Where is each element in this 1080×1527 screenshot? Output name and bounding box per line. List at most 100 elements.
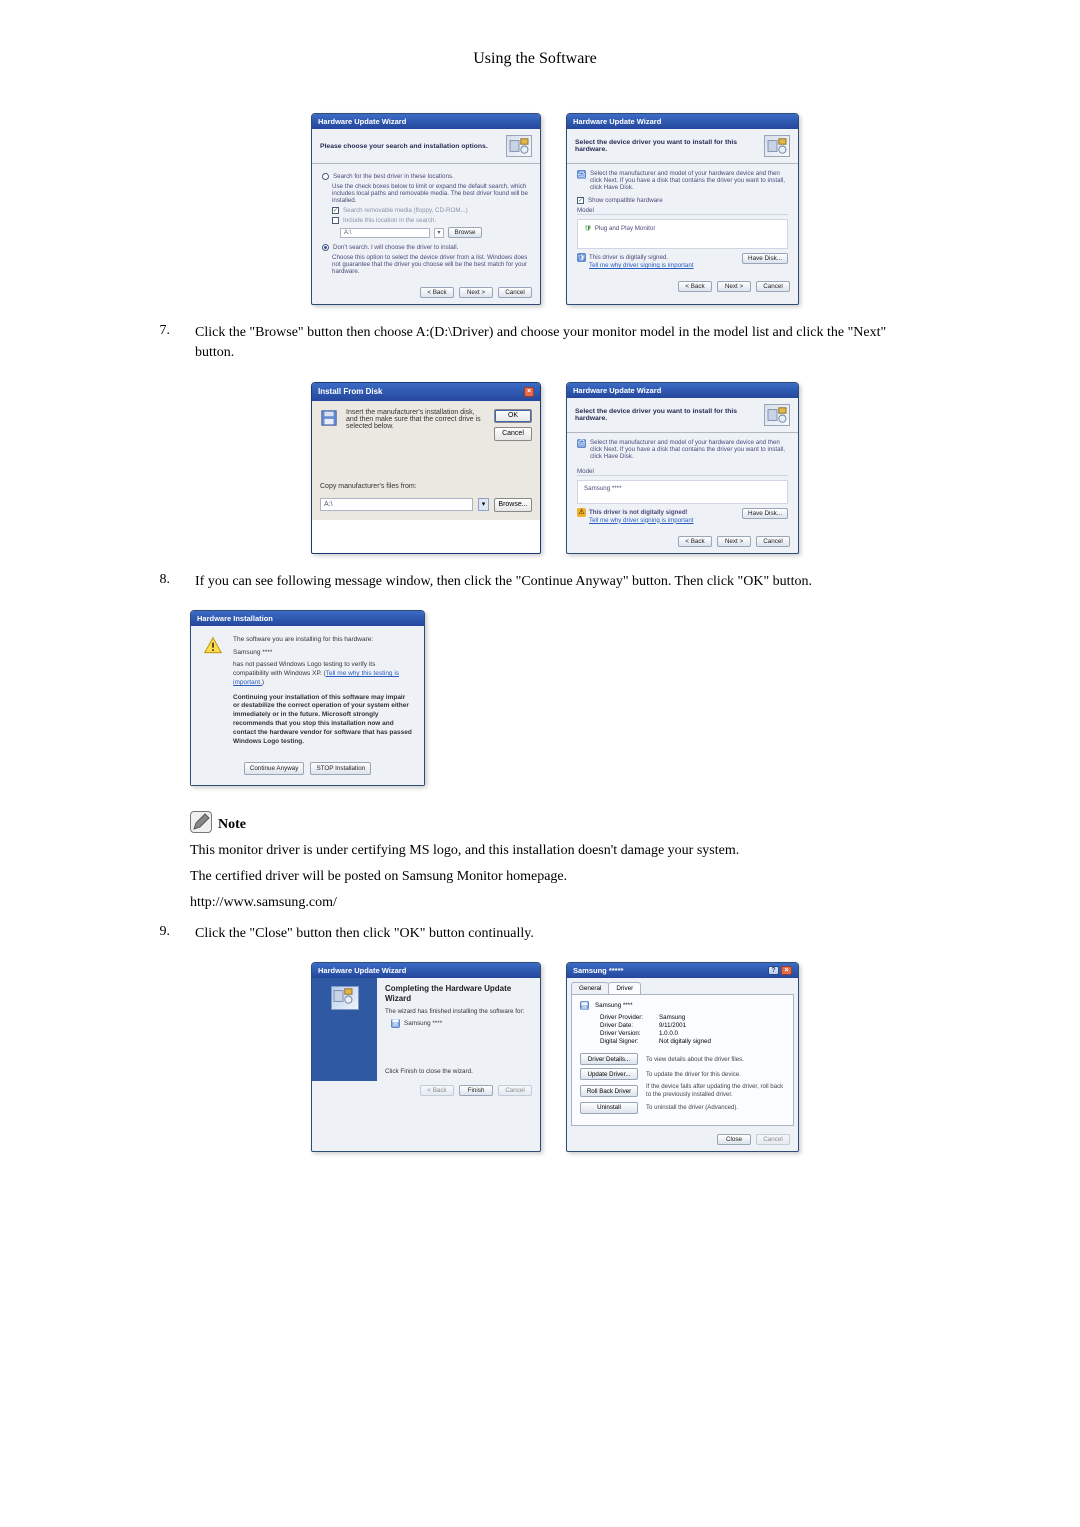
step-7: 7. Click the "Browse" button then choose… <box>150 323 920 364</box>
pencil-icon <box>190 811 212 833</box>
step-number: 8. <box>150 572 170 592</box>
figure-row-3: Hardware Installation The software you a… <box>190 610 920 786</box>
warning-icon: ⚠ <box>577 508 586 517</box>
location-dropdown-icon[interactable]: ▾ <box>434 228 444 238</box>
monitor-icon: 🖥 <box>391 1019 400 1028</box>
checkbox-include-location[interactable] <box>332 217 339 224</box>
next-button[interactable]: Next > <box>459 287 493 298</box>
finish-button[interactable]: Finish <box>459 1085 493 1096</box>
note-label: Note <box>218 817 246 833</box>
signed-info-icon: 🛡 <box>577 253 586 262</box>
tab-general[interactable]: General <box>571 982 609 994</box>
browse-button[interactable]: Browse <box>448 227 482 238</box>
completing-heading: Completing the Hardware Update Wizard <box>385 984 532 1003</box>
copy-path-input[interactable]: A:\ <box>320 498 473 511</box>
model-item[interactable]: Samsung **** <box>584 485 781 492</box>
wizard-icon <box>764 135 790 157</box>
radio-dont-search[interactable] <box>322 244 329 251</box>
browse-button[interactable]: Browse... <box>494 498 532 512</box>
note-heading: Note <box>190 811 920 833</box>
page-title: Using the Software <box>150 50 920 68</box>
hardware-update-wizard-search-dialog: Hardware Update Wizard Please choose you… <box>311 113 541 305</box>
warn-line-1: The software you are installing for this… <box>233 636 412 645</box>
update-driver-button[interactable]: Update Driver... <box>580 1068 638 1080</box>
hardware-update-wizard-select-driver-dialog: Hardware Update Wizard Select the device… <box>566 113 799 305</box>
driver-provider-value: Samsung <box>659 1014 685 1021</box>
device-name: Samsung **** <box>595 1002 633 1009</box>
completing-line-1: The wizard has finished installing the s… <box>385 1008 532 1015</box>
signed-driver-icon: 🛡 <box>584 224 592 232</box>
title-bar: Hardware Update Wizard <box>567 383 798 398</box>
title-bar: Samsung ***** ? × <box>567 963 798 978</box>
model-heading: Model <box>577 468 788 476</box>
step-text: Click the "Browse" button then choose A:… <box>195 323 920 364</box>
title-bar: Hardware Installation <box>191 611 424 626</box>
completing-device-name: Samsung **** <box>404 1020 442 1027</box>
step-text: Click the "Close" button then click "OK"… <box>195 924 920 944</box>
dialog-title: Hardware Installation <box>197 614 273 623</box>
cancel-button[interactable]: Cancel <box>494 427 532 441</box>
back-button[interactable]: < Back <box>678 281 712 292</box>
search-best-description: Use the check boxes below to limit or ex… <box>332 183 530 204</box>
title-bar: Install From Disk × <box>312 383 540 401</box>
radio-dont-search-label: Don't search. I will choose the driver t… <box>333 244 458 251</box>
header-text: Please choose your search and installati… <box>320 143 506 150</box>
driver-details-button[interactable]: Driver Details... <box>580 1053 638 1065</box>
driver-not-signed-text: This driver is not digitally signed! <box>589 509 688 516</box>
model-item[interactable]: Plug and Play Monitor <box>595 225 656 232</box>
checkbox-show-compatible[interactable] <box>577 197 584 204</box>
dialog-title: Hardware Update Wizard <box>573 386 661 395</box>
ok-button[interactable]: OK <box>494 409 532 423</box>
warn-device-name: Samsung **** <box>233 649 412 658</box>
close-button[interactable]: Close <box>717 1134 751 1145</box>
tab-driver[interactable]: Driver <box>608 982 641 994</box>
warn-bold-text: Continuing your installation of this sof… <box>233 694 412 747</box>
driver-details-desc: To view details about the driver files. <box>646 1056 744 1064</box>
next-button[interactable]: Next > <box>717 281 751 292</box>
radio-search-best[interactable] <box>322 173 329 180</box>
step-text: If you can see following message window,… <box>195 572 920 592</box>
close-icon[interactable]: × <box>781 966 792 975</box>
step-number: 7. <box>150 323 170 364</box>
uninstall-button[interactable]: Uninstall <box>580 1102 638 1114</box>
wizard-icon <box>506 135 532 157</box>
have-disk-button[interactable]: Have Disk... <box>742 508 788 519</box>
wizard-icon <box>764 404 790 426</box>
roll-back-driver-button[interactable]: Roll Back Driver <box>580 1085 638 1097</box>
info-icon: 🖨 <box>577 170 586 179</box>
note-paragraph-2: The certified driver will be posted on S… <box>190 867 920 887</box>
select-driver-subtext: Select the manufacturer and model of you… <box>590 439 788 460</box>
dialog-header: Select the device driver you want to ins… <box>567 129 798 164</box>
help-icon[interactable]: ? <box>768 966 779 975</box>
dialog-title: Hardware Update Wizard <box>318 966 406 975</box>
location-path-input[interactable]: A:\ <box>340 228 430 238</box>
back-button: < Back <box>420 1085 454 1096</box>
checkbox-removable-media[interactable] <box>332 207 339 214</box>
continue-anyway-button[interactable]: Continue Anyway <box>244 762 305 775</box>
checkbox-show-compatible-label: Show compatible hardware <box>588 197 663 204</box>
tell-me-why-link[interactable]: Tell me why driver signing is important <box>589 517 694 524</box>
tell-me-why-link[interactable]: Tell me why driver signing is important <box>589 262 694 269</box>
figure-row-2: Install From Disk × Insert the manufactu… <box>190 382 920 554</box>
note-url: http://www.samsung.com/ <box>190 893 920 913</box>
cancel-button[interactable]: Cancel <box>756 281 790 292</box>
cancel-button[interactable]: Cancel <box>498 287 532 298</box>
select-driver-subtext: Select the manufacturer and model of you… <box>590 170 788 191</box>
close-icon[interactable]: × <box>524 387 534 397</box>
back-button[interactable]: < Back <box>678 536 712 547</box>
dialog-title: Hardware Update Wizard <box>573 117 661 126</box>
figure-row-4: Hardware Update Wizard Completing the Ha… <box>190 962 920 1151</box>
info-icon: 🖨 <box>577 439 586 448</box>
driver-properties-dialog: Samsung ***** ? × General Driver 🖥 Samsu… <box>566 962 799 1151</box>
copy-from-label: Copy manufacturer's files from: <box>320 483 417 490</box>
stop-installation-button[interactable]: STOP Installation <box>310 762 371 775</box>
back-button[interactable]: < Back <box>420 287 454 298</box>
title-bar: Hardware Update Wizard <box>312 963 540 978</box>
have-disk-button[interactable]: Have Disk... <box>742 253 788 264</box>
driver-version-label: Driver Version: <box>600 1030 655 1037</box>
driver-provider-label: Driver Provider: <box>600 1014 655 1021</box>
next-button[interactable]: Next > <box>717 536 751 547</box>
figure-row-1: Hardware Update Wizard Please choose you… <box>190 113 920 305</box>
copy-path-dropdown-icon[interactable]: ▾ <box>478 498 489 511</box>
cancel-button[interactable]: Cancel <box>756 536 790 547</box>
